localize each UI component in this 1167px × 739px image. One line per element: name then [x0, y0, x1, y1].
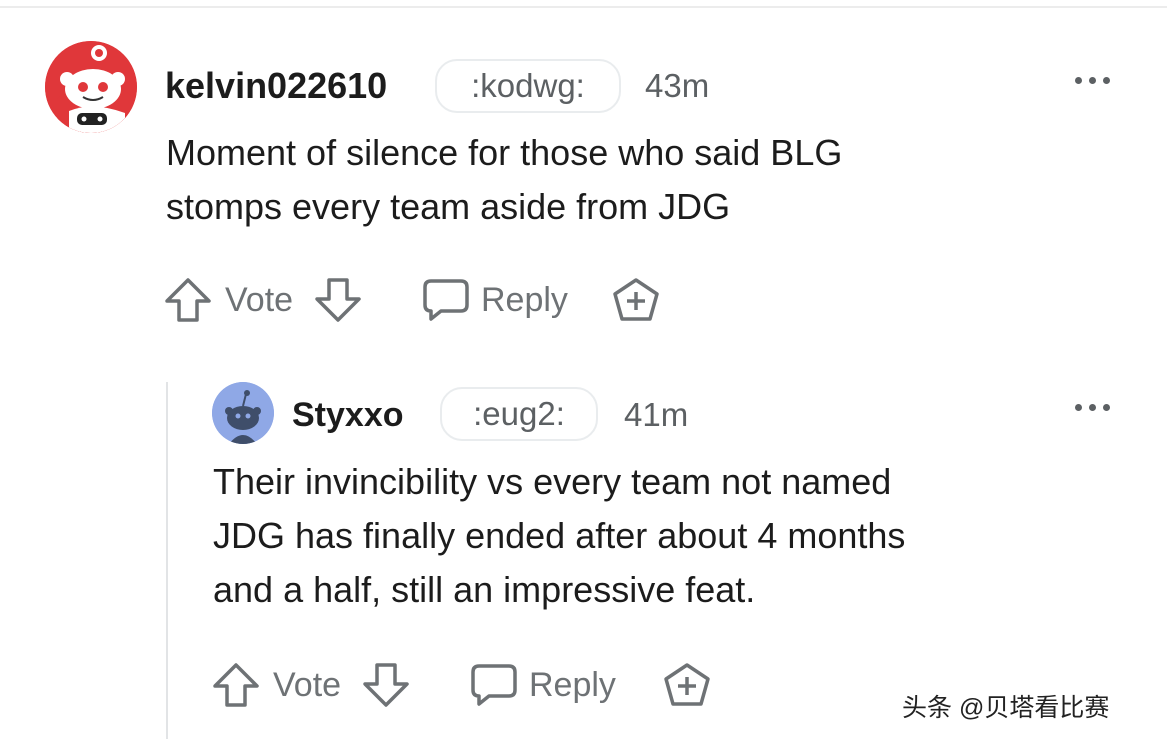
timestamp: 41m	[624, 396, 689, 433]
top-divider	[0, 6, 1167, 8]
comment-text-line: Their invincibility vs every team not na…	[213, 461, 892, 502]
vote-label: Vote	[225, 280, 294, 319]
comment-text-line: Moment of silence for those who said BLG	[166, 132, 843, 173]
reply-label: Reply	[481, 280, 568, 319]
award-plus-icon	[664, 663, 710, 706]
user-flair: :eug2:	[440, 387, 598, 441]
user-avatar[interactable]	[45, 41, 137, 133]
more-options-button[interactable]	[1075, 400, 1115, 416]
more-options-button[interactable]	[1075, 73, 1115, 89]
award-plus-icon	[613, 278, 659, 321]
more-dots-icon	[1075, 404, 1082, 411]
upvote-button[interactable]	[163, 275, 213, 325]
comment-actions: Vote Reply	[163, 275, 683, 325]
downvote-button[interactable]	[361, 660, 411, 710]
comment-text-line: stomps every team aside from JDG	[166, 186, 731, 227]
snoo-avatar-icon	[45, 41, 137, 133]
upvote-arrow-icon	[165, 278, 211, 322]
timestamp: 43m	[645, 67, 710, 104]
comment-text-line: JDG has finally ended after about 4 mont…	[213, 515, 906, 556]
vote-label: Vote	[273, 665, 342, 704]
reply-label: Reply	[529, 665, 616, 704]
user-avatar[interactable]	[212, 382, 274, 444]
chat-bubble-icon	[423, 279, 469, 321]
username[interactable]: kelvin022610	[165, 64, 387, 108]
reply-button[interactable]: Reply	[421, 275, 568, 325]
watermark: 头条 @贝塔看比赛	[902, 694, 1110, 722]
chat-bubble-icon	[471, 664, 517, 706]
comment-text-line: and a half, still an impressive feat.	[213, 569, 756, 610]
snoo-avatar-icon	[212, 382, 274, 444]
reply-button[interactable]: Reply	[469, 660, 616, 710]
downvote-arrow-icon	[315, 278, 361, 322]
award-button[interactable]	[611, 275, 661, 325]
upvote-arrow-icon	[213, 663, 259, 707]
comment-actions: Vote Reply	[211, 660, 731, 710]
downvote-button[interactable]	[313, 275, 363, 325]
comment-text: Their invincibility vs every team not na…	[213, 455, 905, 617]
more-dots-icon	[1075, 77, 1082, 84]
downvote-arrow-icon	[363, 663, 409, 707]
thread-line[interactable]	[166, 382, 168, 739]
award-button[interactable]	[662, 660, 712, 710]
upvote-button[interactable]	[211, 660, 261, 710]
username[interactable]: Styxxo	[292, 394, 404, 436]
user-flair: :kodwg:	[435, 59, 621, 113]
comment-text: Moment of silence for those who said BLG…	[166, 126, 842, 234]
